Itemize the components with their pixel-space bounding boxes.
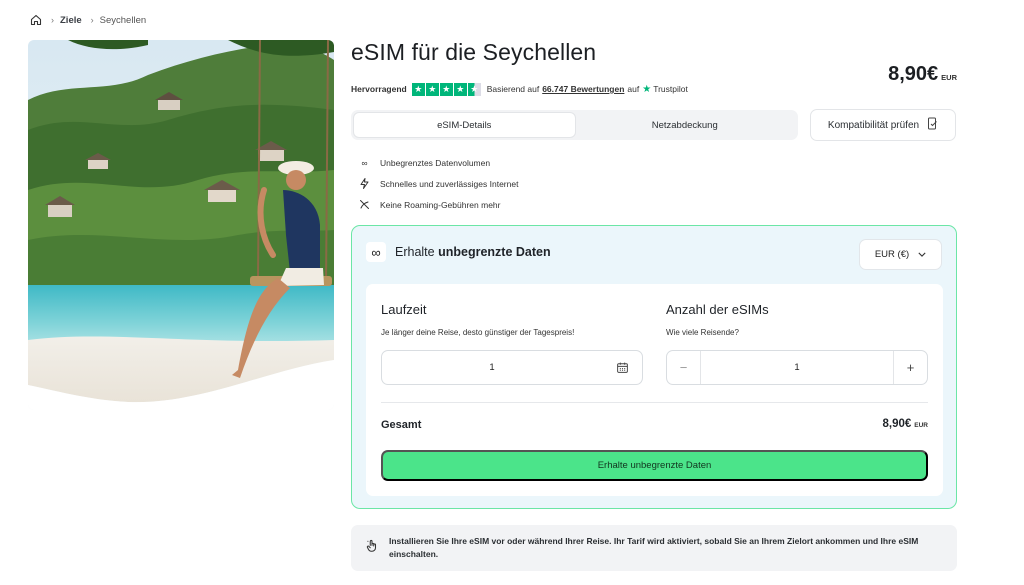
half-star-icon: ★ — [467, 82, 481, 96]
price-amount: 8,90€ — [888, 63, 939, 85]
breadcrumb-item-ziele[interactable]: Ziele — [60, 15, 82, 26]
feature-item: Keine Roaming-Gebühren mehr — [358, 194, 518, 215]
feature-label: Unbegrenztes Datenvolumen — [380, 157, 491, 168]
breadcrumb: › Ziele › Seychellen — [30, 12, 146, 28]
price-currency: EUR — [941, 73, 957, 82]
chevron-right-icon: › — [90, 15, 94, 25]
tap-hand-icon — [365, 539, 379, 558]
install-info-text: Installieren Sie Ihre eSIM vor oder währ… — [389, 536, 919, 559]
phone-check-icon — [927, 117, 938, 133]
infinity-icon: ∞ — [361, 157, 368, 168]
star-icon: ★ — [411, 82, 425, 96]
panel-title: Erhalte unbegrenzte Daten — [395, 245, 551, 259]
compat-button-label: Kompatibilität prüfen — [827, 119, 920, 131]
chevron-right-icon: › — [51, 15, 54, 25]
panel-title-prefix: Erhalte — [395, 245, 435, 259]
rating-on: auf — [627, 84, 640, 94]
panel-title-bold: unbegrenzte Daten — [438, 245, 551, 259]
duration-input[interactable]: 1 — [381, 350, 643, 385]
currency-select[interactable]: EUR (€) — [859, 239, 942, 270]
duration-title: Laufzeit — [381, 302, 427, 317]
duration-value: 1 — [489, 362, 495, 373]
quantity-subtitle: Wie viele Reisende? — [666, 328, 739, 337]
tab-network-coverage[interactable]: Netzabdeckung — [575, 113, 796, 137]
feature-label: Schnelles und zuverlässiges Internet — [380, 178, 519, 189]
infinity-icon: ∞ — [366, 242, 386, 262]
total-currency: EUR — [914, 422, 928, 429]
tab-esim-details[interactable]: eSIM-Details — [354, 113, 575, 137]
check-compatibility-button[interactable]: Kompatibilität prüfen — [810, 109, 956, 141]
home-icon[interactable] — [30, 14, 42, 26]
duration-subtitle: Je länger deine Reise, desto günstiger d… — [381, 328, 575, 337]
star-icon: ★ — [439, 82, 453, 96]
currency-select-value: EUR (€) — [874, 249, 910, 260]
quantity-value[interactable]: 1 — [701, 362, 893, 373]
decrement-button[interactable]: − — [667, 351, 701, 384]
trustpilot-star-icon: ★ — [642, 83, 652, 95]
divider — [381, 402, 928, 403]
breadcrumb-item-current: Seychellen — [99, 14, 147, 26]
quantity-title: Anzahl der eSIMs — [666, 302, 769, 317]
feature-item: Schnelles und zuverlässiges Internet — [358, 173, 518, 194]
feature-list: ∞ Unbegrenztes Datenvolumen Schnelles un… — [358, 152, 518, 215]
star-icon: ★ — [425, 82, 439, 96]
purchase-panel: ∞ Erhalte unbegrenzte Daten EUR (€) Lauf… — [351, 225, 957, 509]
details-tabs: eSIM-Details Netzabdeckung — [351, 110, 798, 140]
configurator-card: Laufzeit Je länger deine Reise, desto gü… — [366, 284, 943, 496]
increment-button[interactable]: + — [893, 351, 927, 384]
feature-item: ∞ Unbegrenztes Datenvolumen — [358, 152, 518, 173]
total-label: Gesamt — [381, 419, 422, 431]
total-amount: 8,90€ — [882, 418, 912, 430]
price-display: 8,90€ EUR — [888, 63, 957, 86]
trustpilot-rating[interactable]: Hervorragend ★ ★ ★ ★ ★ Basierend auf 66.… — [351, 82, 688, 96]
rating-stars: ★ ★ ★ ★ ★ — [411, 82, 481, 96]
panel-header: ∞ Erhalte unbegrenzte Daten — [366, 242, 551, 262]
star-icon: ★ — [453, 82, 467, 96]
feature-label: Keine Roaming-Gebühren mehr — [380, 199, 501, 210]
calendar-icon[interactable] — [602, 361, 642, 374]
reviews-link[interactable]: 66.747 Bewertungen — [542, 84, 624, 94]
lightning-icon — [358, 178, 371, 189]
hero-image — [28, 40, 334, 410]
chevron-down-icon — [918, 249, 926, 260]
install-info-box: Installieren Sie Ihre eSIM vor oder währ… — [351, 525, 957, 571]
quantity-stepper: − 1 + — [666, 350, 928, 385]
rating-label: Hervorragend — [351, 84, 407, 94]
total-price: 8,90€ EUR — [882, 418, 928, 430]
no-roaming-icon — [358, 199, 371, 210]
page-title: eSIM für die Seychellen — [351, 39, 597, 65]
trustpilot-logo: Trustpilot — [653, 84, 688, 94]
get-data-button[interactable]: Erhalte unbegrenzte Daten — [381, 450, 928, 481]
rating-based-on: Basierend auf — [486, 84, 540, 94]
